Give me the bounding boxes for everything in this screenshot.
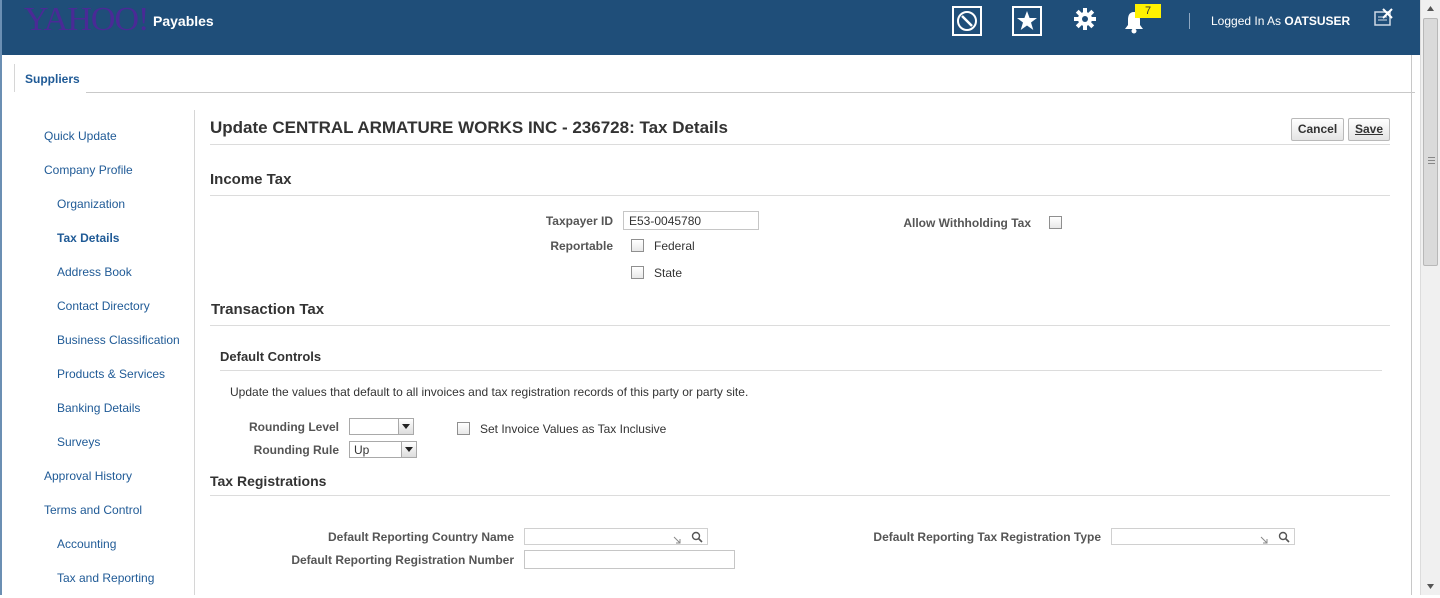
sidebar-item-address-book[interactable]: Address Book xyxy=(57,265,132,279)
sidebar-item-tax-details[interactable]: Tax Details xyxy=(57,231,119,245)
sidebar-item-banking-details[interactable]: Banking Details xyxy=(57,401,140,415)
sidebar-item-contact-directory[interactable]: Contact Directory xyxy=(57,299,150,313)
sidebar-item-surveys[interactable]: Surveys xyxy=(57,435,100,449)
rounding-rule-select[interactable]: Up xyxy=(349,441,417,458)
federal-checkbox[interactable] xyxy=(631,239,644,252)
default-controls-description: Update the values that default to all in… xyxy=(230,385,749,399)
cancel-button[interactable]: Cancel xyxy=(1291,118,1344,141)
state-label: State xyxy=(654,266,683,280)
global-header: YAHOO! Payables 7 Logged In As OATSUSER xyxy=(0,0,1420,55)
page-title: Update CENTRAL ARMATURE WORKS INC - 2367… xyxy=(210,118,728,137)
settings-gear-icon[interactable] xyxy=(1072,6,1100,34)
default-registration-type-label: Default Reporting Tax Registration Type xyxy=(873,530,1101,544)
sidebar-item-products-services[interactable]: Products & Services xyxy=(57,367,165,381)
reportable-label: Reportable xyxy=(550,239,613,253)
sidebar-item-business-classification[interactable]: Business Classification xyxy=(57,333,180,347)
sidebar-item-quick-update[interactable]: Quick Update xyxy=(44,129,117,143)
rounding-rule-dropdown-icon[interactable] xyxy=(401,442,416,457)
set-invoice-tax-inclusive-checkbox[interactable] xyxy=(457,422,470,435)
taxpayer-id-label: Taxpayer ID xyxy=(545,214,613,228)
default-registration-number-field[interactable] xyxy=(524,550,735,569)
expand-arrow-icon xyxy=(673,533,681,544)
tab-divider xyxy=(86,92,1415,93)
allow-withholding-label: Allow Withholding Tax xyxy=(903,216,1031,230)
save-button-label: Save xyxy=(1354,122,1384,136)
default-controls-heading: Default Controls xyxy=(220,349,322,364)
taxpayer-id-field[interactable]: E53-0045780 xyxy=(623,211,759,230)
default-controls-divider xyxy=(220,370,1382,371)
income-tax-heading: Income Tax xyxy=(210,171,292,188)
sidebar-item-company-profile[interactable]: Company Profile xyxy=(44,163,133,177)
header-separator xyxy=(1189,13,1190,29)
state-checkbox[interactable] xyxy=(631,266,644,279)
page-left-border xyxy=(0,0,2,595)
allow-withholding-checkbox[interactable] xyxy=(1049,216,1062,229)
rounding-rule-label: Rounding Rule xyxy=(253,443,339,457)
favorites-star-icon[interactable] xyxy=(1012,6,1042,36)
default-registration-number-label: Default Reporting Registration Number xyxy=(291,553,514,567)
default-country-field[interactable] xyxy=(524,528,708,545)
content-right-border xyxy=(1411,55,1412,595)
rounding-level-dropdown-icon[interactable] xyxy=(398,419,413,434)
rounding-level-select[interactable] xyxy=(349,418,414,435)
expand-arrow-icon xyxy=(1260,533,1268,544)
transaction-tax-heading: Transaction Tax xyxy=(211,301,325,318)
search-icon[interactable] xyxy=(691,531,703,543)
sidebar-nav: Quick Update Company Profile Organizatio… xyxy=(14,110,195,595)
notification-count-badge: 7 xyxy=(1135,4,1161,18)
sidebar-item-organization[interactable]: Organization xyxy=(57,197,125,211)
vertical-scrollbar[interactable] xyxy=(1420,0,1440,595)
sidebar-item-terms-and-control[interactable]: Terms and Control xyxy=(44,503,142,517)
rounding-level-label: Rounding Level xyxy=(249,420,339,434)
scroll-down-arrow-icon[interactable] xyxy=(1421,578,1440,595)
transaction-tax-divider xyxy=(210,325,1390,326)
sidebar-item-tax-and-reporting[interactable]: Tax and Reporting xyxy=(57,571,154,585)
app-title: Payables xyxy=(153,13,214,29)
scroll-grip-icon xyxy=(1428,157,1435,166)
username: OATSUSER xyxy=(1284,14,1351,28)
close-window-icon[interactable] xyxy=(1374,8,1402,36)
logged-in-prefix: Logged In As xyxy=(1211,14,1282,28)
sidebar-item-accounting[interactable]: Accounting xyxy=(57,537,116,551)
tax-registrations-heading: Tax Registrations xyxy=(210,473,327,489)
save-button[interactable]: Save xyxy=(1348,118,1390,141)
search-icon[interactable] xyxy=(1278,531,1290,543)
sidebar-item-approval-history[interactable]: Approval History xyxy=(44,469,132,483)
set-invoice-tax-inclusive-label: Set Invoice Values as Tax Inclusive xyxy=(480,422,667,436)
default-registration-type-field[interactable] xyxy=(1111,528,1295,545)
scroll-up-arrow-icon[interactable] xyxy=(1421,0,1440,17)
navigator-icon[interactable] xyxy=(952,6,982,36)
scroll-thumb[interactable] xyxy=(1423,18,1438,266)
yahoo-logo[interactable]: YAHOO! xyxy=(24,1,149,39)
tax-registrations-divider xyxy=(210,495,1390,496)
title-divider xyxy=(210,144,1390,145)
logged-in-user[interactable]: Logged In As OATSUSER xyxy=(1211,14,1350,28)
tab-suppliers[interactable]: Suppliers xyxy=(14,64,86,92)
rounding-rule-value: Up xyxy=(354,443,370,457)
default-country-label: Default Reporting Country Name xyxy=(327,530,514,544)
income-tax-divider xyxy=(210,195,1390,196)
federal-label: Federal xyxy=(654,239,695,253)
